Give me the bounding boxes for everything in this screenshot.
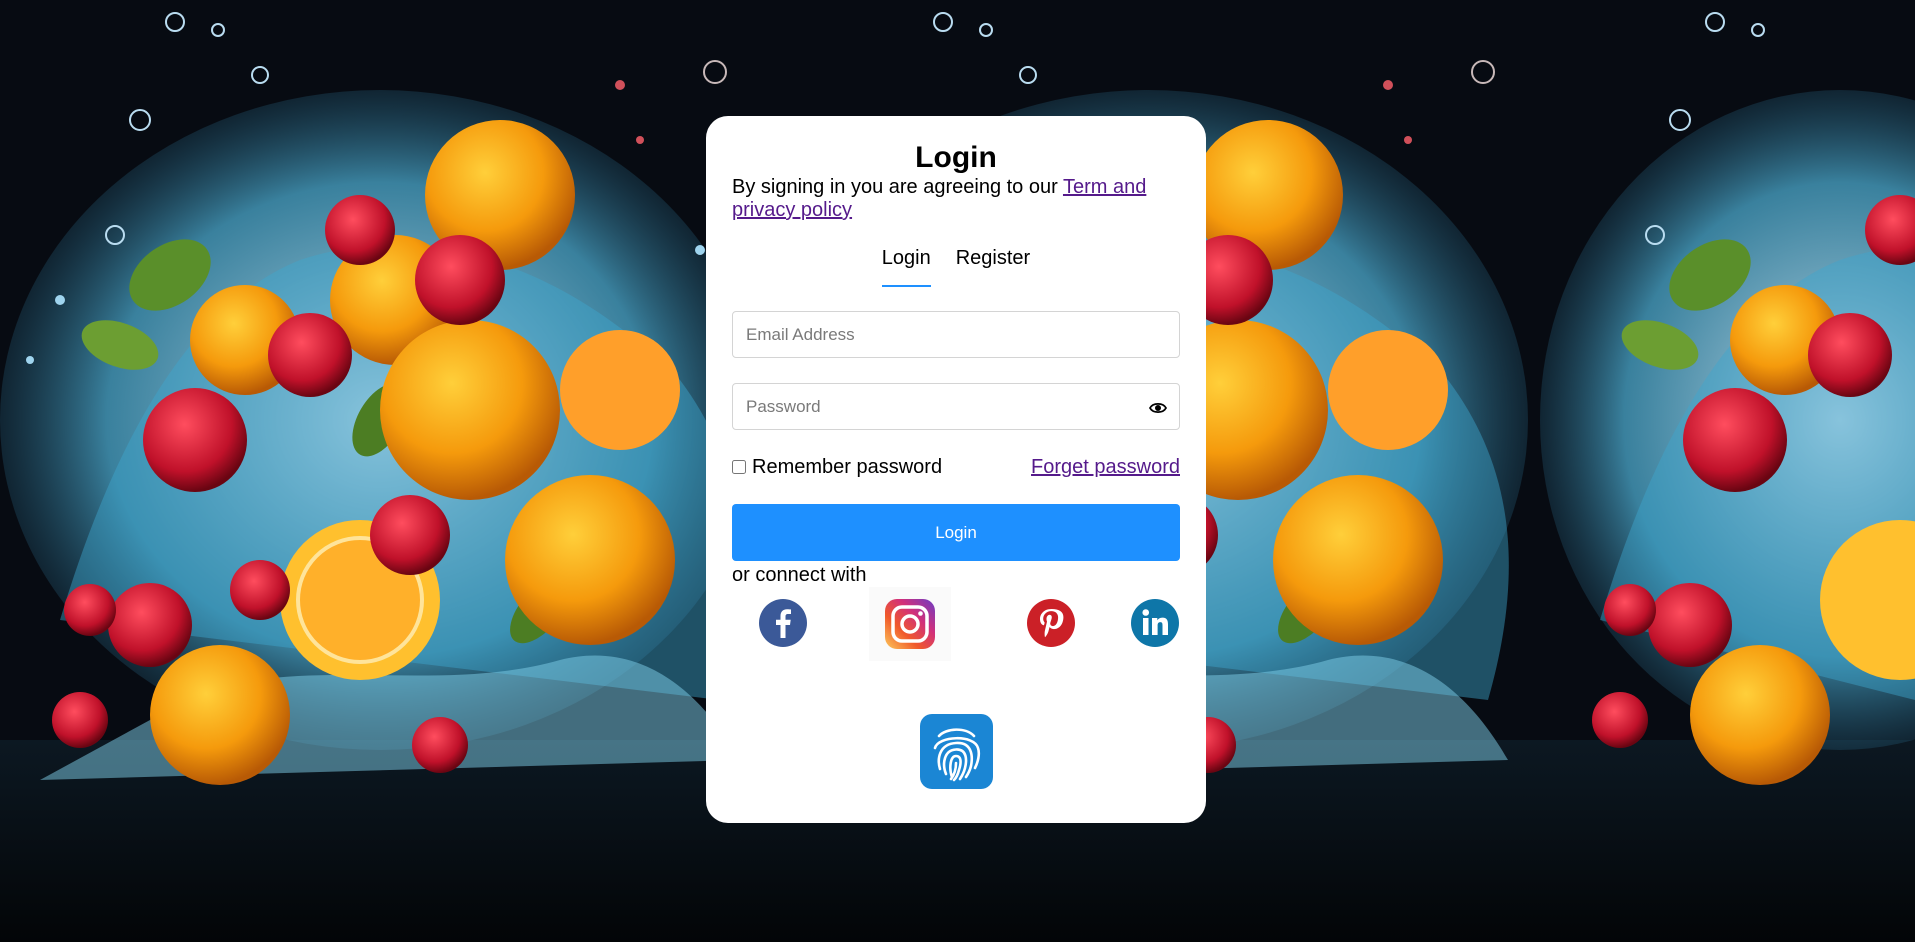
linkedin-icon[interactable]: [1130, 598, 1180, 653]
social-buttons: [732, 587, 1180, 677]
background-fruit-image: [0, 0, 768, 942]
auth-tabs: Login Register: [732, 247, 1180, 287]
forget-password-link[interactable]: Forget password: [1031, 456, 1180, 479]
login-card: Login By signing in you are agreeing to …: [706, 116, 1206, 823]
agreement-text: By signing in you are agreeing to our Te…: [732, 176, 1180, 222]
connect-label: or connect with: [732, 564, 867, 586]
eye-icon[interactable]: [1148, 401, 1168, 415]
facebook-icon[interactable]: [758, 598, 808, 653]
email-field-wrapper: [732, 311, 1180, 358]
password-field-wrapper: [732, 383, 1180, 430]
tab-login[interactable]: Login: [881, 247, 931, 287]
instagram-icon[interactable]: [869, 587, 951, 666]
login-button[interactable]: Login: [732, 504, 1180, 561]
agreement-prefix: By signing in you are agreeing to our: [732, 176, 1063, 198]
options-row: Remember password Forget password: [732, 455, 1180, 479]
fingerprint-icon[interactable]: [920, 714, 993, 789]
tab-register[interactable]: Register: [956, 247, 1030, 287]
background-fruit-image: [1540, 0, 1915, 942]
remember-checkbox[interactable]: [732, 460, 746, 474]
pinterest-icon[interactable]: [1026, 598, 1076, 653]
password-field[interactable]: [733, 384, 1179, 429]
remember-label: Remember password: [752, 455, 943, 478]
page-title: Login: [915, 141, 997, 174]
email-field[interactable]: [733, 312, 1179, 357]
remember-password[interactable]: Remember password: [732, 456, 942, 479]
